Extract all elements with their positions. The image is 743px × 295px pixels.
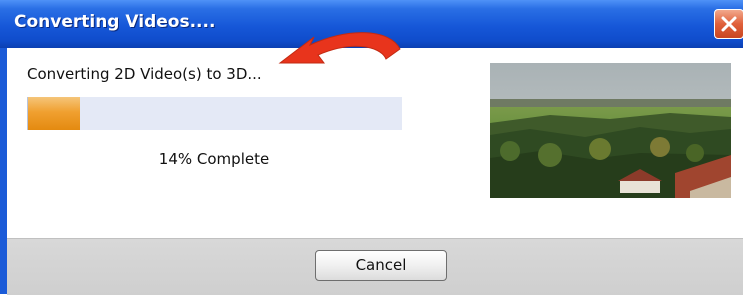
cancel-button[interactable]: Cancel (315, 250, 447, 281)
dialog-window: Converting Videos.... Converting 2D Vide… (0, 0, 743, 295)
red-arrow-icon (278, 32, 401, 64)
close-icon (721, 16, 737, 32)
window-title: Converting Videos.... (14, 12, 216, 32)
video-preview-thumbnail (490, 63, 731, 198)
progress-bar (27, 97, 402, 130)
window-border (0, 48, 7, 294)
close-button[interactable] (714, 9, 743, 39)
status-message: Converting 2D Video(s) to 3D... (27, 65, 262, 83)
progress-label: 14% Complete (158, 150, 270, 168)
progress-fill (28, 97, 81, 130)
